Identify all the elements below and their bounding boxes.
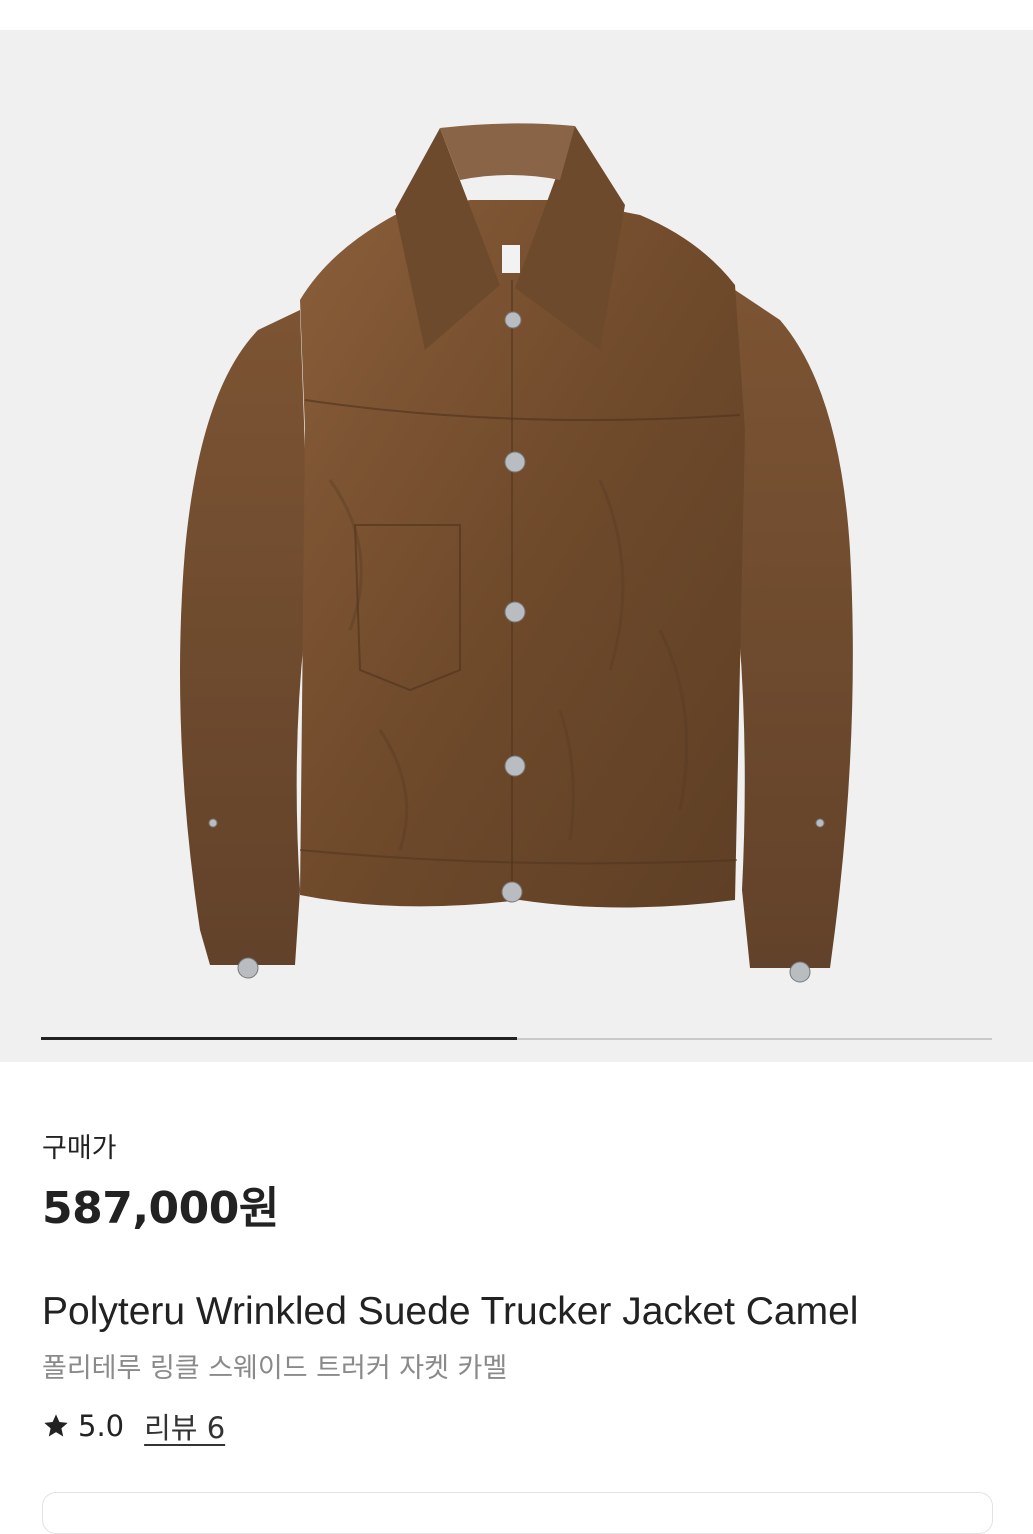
product-title-english: Polyteru Wrinkled Suede Trucker Jacket C… bbox=[42, 1290, 859, 1333]
top-bar bbox=[0, 0, 1033, 30]
rating-value: 5.0 bbox=[78, 1409, 125, 1443]
gallery-progress-bar bbox=[41, 1037, 992, 1040]
next-section-card bbox=[42, 1492, 993, 1534]
price-label: 구매가 bbox=[42, 1133, 117, 1164]
star-icon bbox=[44, 1414, 68, 1437]
price: 587,000원 bbox=[42, 1183, 279, 1234]
product-image-gallery[interactable] bbox=[0, 30, 1033, 1062]
rating-row: 5.0 리뷰 6 bbox=[42, 1406, 225, 1446]
product-title-korean: 폴리테루 링클 스웨이드 트러커 자켓 카멜 bbox=[42, 1353, 508, 1384]
gallery-progress-fill bbox=[41, 1037, 517, 1040]
product-image bbox=[180, 123, 853, 983]
review-count-link[interactable]: 리뷰 6 bbox=[144, 1405, 225, 1447]
